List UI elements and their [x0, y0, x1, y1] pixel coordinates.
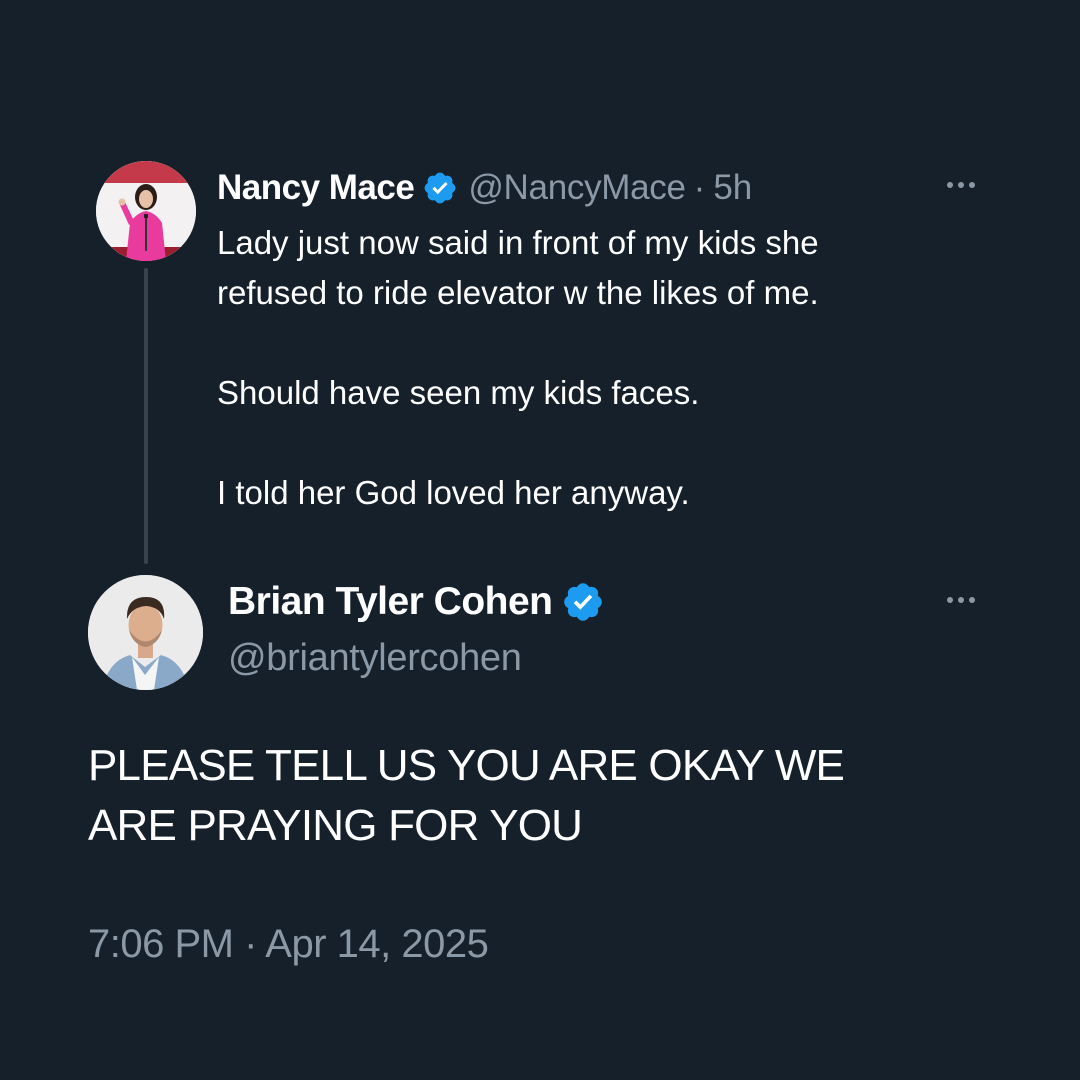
- verified-badge-icon: [563, 583, 602, 621]
- verified-badge-icon: [424, 172, 456, 204]
- more-options-icon[interactable]: [947, 597, 975, 603]
- more-dot: [947, 597, 953, 603]
- handle[interactable]: @briantylercohen: [228, 637, 522, 680]
- relative-time[interactable]: 5h: [713, 168, 752, 208]
- tweet-text-line: PLEASE TELL US YOU ARE OKAY WE: [88, 741, 845, 790]
- more-options-icon[interactable]: [947, 182, 975, 188]
- parent-tweet-text: Lady just now said in front of my kids s…: [217, 218, 997, 518]
- more-dot: [958, 182, 964, 188]
- avatar-brian-tyler-cohen[interactable]: [88, 575, 203, 690]
- avatar-photo: [88, 575, 203, 690]
- reply-tweet-header: Brian Tyler Cohen: [228, 578, 605, 626]
- tweet-text-line: I told her God loved her anyway.: [217, 474, 690, 511]
- more-dot: [969, 597, 975, 603]
- avatar-nancy-mace[interactable]: [96, 161, 196, 261]
- more-dot: [947, 182, 953, 188]
- tweet-text-line: Should have seen my kids faces.: [217, 374, 700, 411]
- tweet-text-line: Lady just now said in front of my kids s…: [217, 224, 819, 261]
- tweet-text-line: ARE PRAYING FOR YOU: [88, 801, 583, 850]
- thread-connector-line: [144, 268, 148, 564]
- parent-tweet-header: Nancy Mace @NancyMace · 5h: [217, 166, 752, 210]
- handle[interactable]: @NancyMace: [468, 168, 686, 208]
- reply-tweet-text: PLEASE TELL US YOU ARE OKAY WE ARE PRAYI…: [88, 736, 988, 856]
- tweet-timestamp[interactable]: 7:06 PM · Apr 14, 2025: [88, 922, 489, 967]
- tweet-text-line: refused to ride elevator w the likes of …: [217, 274, 819, 311]
- display-name[interactable]: Brian Tyler Cohen: [228, 580, 553, 624]
- display-name[interactable]: Nancy Mace: [217, 168, 415, 208]
- separator-dot: ·: [693, 168, 706, 207]
- more-dot: [958, 597, 964, 603]
- avatar-photo: [96, 161, 196, 261]
- more-dot: [969, 182, 975, 188]
